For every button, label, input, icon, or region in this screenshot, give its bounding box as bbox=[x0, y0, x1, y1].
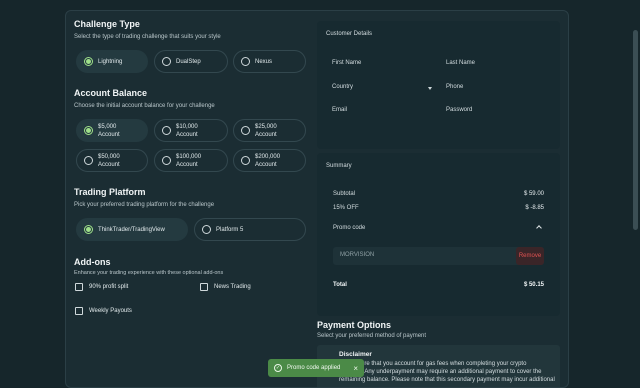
option-unit: Account bbox=[98, 131, 120, 138]
platform-option-platform5[interactable]: Platform 5 bbox=[194, 218, 306, 241]
summary-title: Summary bbox=[326, 163, 352, 169]
promo-applied-toast: ✓ Promo code applied × bbox=[268, 359, 364, 377]
addons-title: Add-ons bbox=[74, 257, 111, 267]
option-label: Lightning bbox=[98, 58, 123, 65]
radio-icon bbox=[162, 156, 171, 165]
option-unit: Account bbox=[98, 161, 120, 168]
chevron-down-icon[interactable] bbox=[428, 87, 432, 90]
subtotal-value: $ 59.00 bbox=[523, 191, 544, 197]
payment-options-subtitle: Select your preferred method of payment bbox=[317, 333, 427, 339]
scrollbar[interactable] bbox=[633, 30, 638, 230]
addon-profit-split[interactable]: 90% profit split bbox=[75, 283, 128, 291]
challenge-type-title: Challenge Type bbox=[74, 19, 140, 29]
chevron-up-icon[interactable] bbox=[536, 225, 542, 231]
addon-label: News Trading bbox=[214, 284, 251, 290]
radio-icon bbox=[162, 57, 171, 66]
trading-platform-title: Trading Platform bbox=[74, 187, 146, 197]
option-label: Nexus bbox=[255, 58, 273, 65]
addon-label: 90% profit split bbox=[89, 284, 129, 290]
balance-option-100000[interactable]: $100,000 Account bbox=[154, 149, 228, 172]
payment-options-title: Payment Options bbox=[317, 320, 392, 330]
customer-details-title: Customer Details bbox=[326, 31, 373, 37]
checkbox-icon[interactable] bbox=[75, 283, 83, 291]
option-unit: Account bbox=[176, 161, 198, 168]
option-amount: $25,000 bbox=[255, 123, 277, 130]
toast-message: Promo code applied bbox=[287, 365, 341, 371]
option-unit: Account bbox=[255, 161, 277, 168]
last-name-field[interactable]: Last Name bbox=[446, 60, 475, 66]
summary-card: Summary Subtotal $ 59.00 15% OFF $ -8.85… bbox=[317, 153, 560, 316]
option-amount: $50,000 bbox=[98, 153, 120, 160]
promo-code-value: MORVISION bbox=[340, 252, 375, 258]
option-amount: $5,000 bbox=[98, 123, 117, 130]
disclaimer-text-line2: n. Any underpayment may require an addit… bbox=[358, 369, 542, 375]
checkbox-icon[interactable] bbox=[75, 307, 83, 315]
addon-label: Weekly Payouts bbox=[89, 308, 132, 314]
radio-icon bbox=[241, 156, 250, 165]
trading-platform-subtitle: Pick your preferred trading platform for… bbox=[74, 202, 215, 208]
total-value: $ 50.15 bbox=[523, 282, 544, 288]
check-circle-icon: ✓ bbox=[274, 364, 282, 372]
disclaimer-title: Disclaimer bbox=[339, 351, 372, 358]
option-unit: Account bbox=[255, 131, 277, 138]
radio-icon bbox=[241, 57, 250, 66]
total-label: Total bbox=[333, 282, 347, 288]
remove-promo-button[interactable]: Remove bbox=[516, 247, 544, 265]
addons-subtitle: Enhance your trading experience with the… bbox=[74, 270, 224, 276]
promo-code-input[interactable]: MORVISION bbox=[333, 247, 544, 265]
disclaimer-text-line3: remaining balance. Please note that this… bbox=[339, 377, 555, 383]
option-amount: $10,000 bbox=[176, 123, 198, 130]
account-balance-subtitle: Choose the initial account balance for y… bbox=[74, 103, 215, 109]
checkout-page: Challenge Type Select the type of tradin… bbox=[65, 10, 569, 388]
option-amount: $100,000 bbox=[176, 153, 202, 160]
option-unit: Account bbox=[176, 131, 198, 138]
discount-label: 15% OFF bbox=[333, 205, 359, 211]
challenge-option-nexus[interactable]: Nexus bbox=[233, 50, 306, 73]
customer-details-card: Customer Details First Name Last Name Co… bbox=[317, 21, 560, 149]
radio-selected-icon bbox=[84, 57, 93, 66]
disclaimer-text-line1: sure that you account for gas fees when … bbox=[358, 361, 527, 367]
radio-selected-icon bbox=[84, 126, 93, 135]
challenge-option-dualstep[interactable]: DualStep bbox=[154, 50, 228, 73]
radio-icon bbox=[241, 126, 250, 135]
balance-option-25000[interactable]: $25,000 Account bbox=[233, 119, 306, 142]
radio-icon bbox=[202, 225, 211, 234]
option-label: DualStep bbox=[176, 58, 201, 65]
phone-field[interactable]: Phone bbox=[446, 84, 463, 90]
radio-selected-icon bbox=[84, 225, 93, 234]
challenge-type-subtitle: Select the type of trading challenge tha… bbox=[74, 34, 221, 40]
option-label: Platform 5 bbox=[216, 226, 244, 233]
close-icon[interactable]: × bbox=[353, 364, 358, 373]
addon-weekly-payouts[interactable]: Weekly Payouts bbox=[75, 307, 132, 315]
checkbox-icon[interactable] bbox=[200, 283, 208, 291]
option-amount: $200,000 bbox=[255, 153, 281, 160]
discount-value: $ -8.85 bbox=[525, 205, 544, 211]
subtotal-label: Subtotal bbox=[333, 191, 356, 197]
first-name-field[interactable]: First Name bbox=[332, 60, 361, 66]
challenge-option-lightning[interactable]: Lightning bbox=[76, 50, 148, 73]
radio-icon bbox=[84, 156, 93, 165]
balance-option-5000[interactable]: $5,000 Account bbox=[76, 119, 148, 142]
radio-icon bbox=[162, 126, 171, 135]
email-field[interactable]: Email bbox=[332, 107, 347, 113]
balance-option-10000[interactable]: $10,000 Account bbox=[154, 119, 228, 142]
promo-code-toggle[interactable]: Promo code bbox=[333, 225, 365, 231]
platform-option-thinktrader[interactable]: ThinkTrader/TradingView bbox=[76, 218, 188, 241]
addon-news-trading[interactable]: News Trading bbox=[200, 283, 251, 291]
country-select[interactable]: Country bbox=[332, 84, 353, 90]
balance-option-200000[interactable]: $200,000 Account bbox=[233, 149, 306, 172]
password-field[interactable]: Password bbox=[446, 107, 472, 113]
balance-option-50000[interactable]: $50,000 Account bbox=[76, 149, 148, 172]
account-balance-title: Account Balance bbox=[74, 88, 148, 98]
option-label: ThinkTrader/TradingView bbox=[98, 226, 165, 233]
